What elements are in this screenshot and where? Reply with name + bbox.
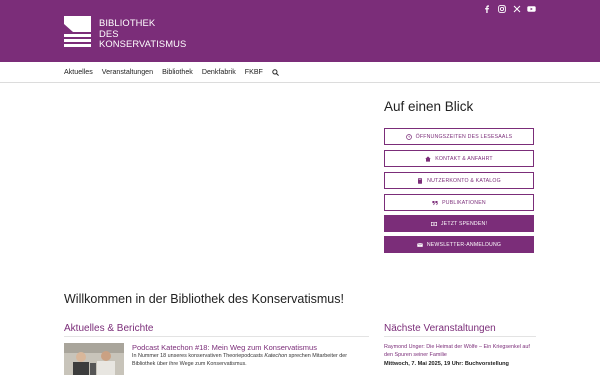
logo-mark-icon	[64, 16, 91, 47]
event-title[interactable]: Raymond Unger: Die Heimat der Wölfe – Ei…	[384, 344, 534, 359]
quote-icon	[432, 200, 438, 205]
facebook-icon[interactable]	[482, 4, 491, 13]
nav-item-veranstaltungen[interactable]: Veranstaltungen	[102, 68, 153, 76]
account-catalog-label: NUTZERKONTO & KATALOG	[427, 177, 501, 184]
post-excerpt-start: In Nummer 18 unseres konservativen Theor…	[132, 353, 265, 359]
instagram-icon[interactable]	[497, 4, 506, 13]
youtube-icon[interactable]	[527, 4, 536, 13]
post-title[interactable]: Podcast Katechon #18: Mein Weg zum Konse…	[132, 343, 317, 352]
nav-item-denkfabrik[interactable]: Denkfabrik	[202, 68, 236, 76]
event-date: Mittwoch, 7. Mai 2025, 19 Uhr: Buchvorst…	[384, 361, 509, 367]
welcome-heading: Willkommen in der Bibliothek des Konserv…	[64, 292, 344, 306]
main-nav: Aktuelles Veranstaltungen Bibliothek Den…	[0, 62, 600, 83]
post-excerpt: In Nummer 18 unseres konservativen Theor…	[132, 353, 367, 368]
events-heading: Nächste Veranstaltungen	[384, 323, 496, 334]
account-catalog-button[interactable]: NUTZERKONTO & KATALOG	[384, 172, 534, 189]
events-divider	[384, 336, 536, 337]
nav-item-fkbf[interactable]: FKBF	[245, 68, 263, 76]
nav-item-aktuelles[interactable]: Aktuelles	[64, 68, 93, 76]
newsletter-label: NEWSLETTER-ANMELDUNG	[426, 241, 502, 248]
clock-icon	[405, 133, 412, 140]
post-thumbnail[interactable]	[64, 343, 124, 375]
post-excerpt-italic: Katechon	[264, 353, 288, 359]
newsletter-button[interactable]: NEWSLETTER-ANMELDUNG	[384, 236, 534, 253]
contact-label: KONTAKT & ANFAHRT	[435, 155, 493, 162]
book-icon	[418, 177, 423, 184]
search-icon[interactable]	[272, 68, 279, 76]
news-divider	[64, 336, 369, 337]
x-icon[interactable]	[512, 4, 521, 13]
donate-button[interactable]: JETZT SPENDEN!	[384, 215, 534, 232]
nav-item-bibliothek[interactable]: Bibliothek	[162, 68, 193, 76]
home-icon	[425, 155, 431, 162]
donate-label: JETZT SPENDEN!	[440, 220, 488, 227]
envelope-icon	[416, 242, 423, 247]
logo-text: BIBLIOTHEK DES KONSERVATISMUS	[99, 17, 187, 50]
site-logo[interactable]: BIBLIOTHEK DES KONSERVATISMUS	[63, 14, 193, 50]
logo-line-3: KONSERVATISMUS	[99, 38, 187, 49]
logo-line-1: BIBLIOTHEK	[99, 17, 156, 28]
opening-hours-label: ÖFFNUNGSZEITEN DES LESESAALS	[415, 133, 513, 140]
publications-label: PUBLIKATIONEN	[442, 199, 486, 206]
social-links	[482, 4, 536, 13]
contact-button[interactable]: KONTAKT & ANFAHRT	[384, 150, 534, 167]
sidebar-quick-links: Auf einen Blick ÖFFNUNGSZEITEN DES LESES…	[384, 98, 536, 253]
money-icon	[430, 221, 437, 226]
news-heading: Aktuelles & Berichte	[64, 323, 154, 334]
sidebar-title: Auf einen Blick	[384, 99, 474, 114]
publications-button[interactable]: PUBLIKATIONEN	[384, 194, 534, 211]
opening-hours-button[interactable]: ÖFFNUNGSZEITEN DES LESESAALS	[384, 128, 534, 145]
site-header: BIBLIOTHEK DES KONSERVATISMUS	[0, 0, 600, 62]
